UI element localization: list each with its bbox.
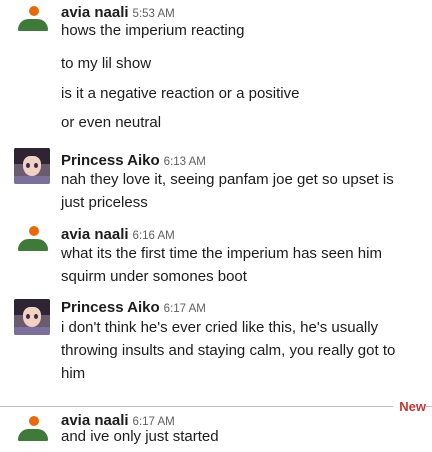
new-messages-label: New	[393, 399, 426, 414]
message-text: him	[61, 365, 86, 382]
author-name[interactable]: Princess Aiko 6:17 AM	[61, 299, 206, 316]
message-text: hows the imperium reacting	[61, 22, 245, 39]
avatar[interactable]	[14, 6, 50, 42]
message-text: is it a negative reaction or a positive	[61, 85, 300, 102]
message-text: and ive only just started	[61, 428, 219, 445]
message-text: just priceless	[61, 194, 148, 211]
message-text: or even neutral	[61, 114, 162, 131]
avatar[interactable]	[14, 299, 50, 335]
avatar[interactable]	[14, 226, 50, 262]
message-text: to my lil show	[61, 55, 152, 72]
message-text: squirm under somones boot	[61, 268, 247, 285]
avatar[interactable]	[14, 148, 50, 184]
new-messages-divider	[0, 406, 432, 407]
author-name[interactable]: Princess Aiko 6:13 AM	[61, 152, 206, 169]
person-icon	[29, 416, 39, 426]
timestamp[interactable]: 6:16 AM	[133, 230, 175, 242]
message-text: throwing insults and staying calm, you r…	[61, 342, 396, 359]
person-icon	[29, 226, 39, 236]
timestamp[interactable]: 5:53 AM	[133, 8, 175, 20]
author-name[interactable]: avia naali 6:16 AM	[61, 226, 175, 243]
message-text: i don't think he's ever cried like this,…	[61, 319, 379, 336]
message-text: nah they love it, seeing panfam joe get …	[61, 171, 394, 188]
message-text: what its the first time the imperium has…	[61, 245, 382, 262]
timestamp[interactable]: 6:17 AM	[164, 303, 206, 315]
author-name[interactable]: avia naali 5:53 AM	[61, 4, 175, 21]
person-icon	[29, 6, 39, 16]
avatar[interactable]	[14, 416, 50, 452]
timestamp[interactable]: 6:13 AM	[164, 156, 206, 168]
